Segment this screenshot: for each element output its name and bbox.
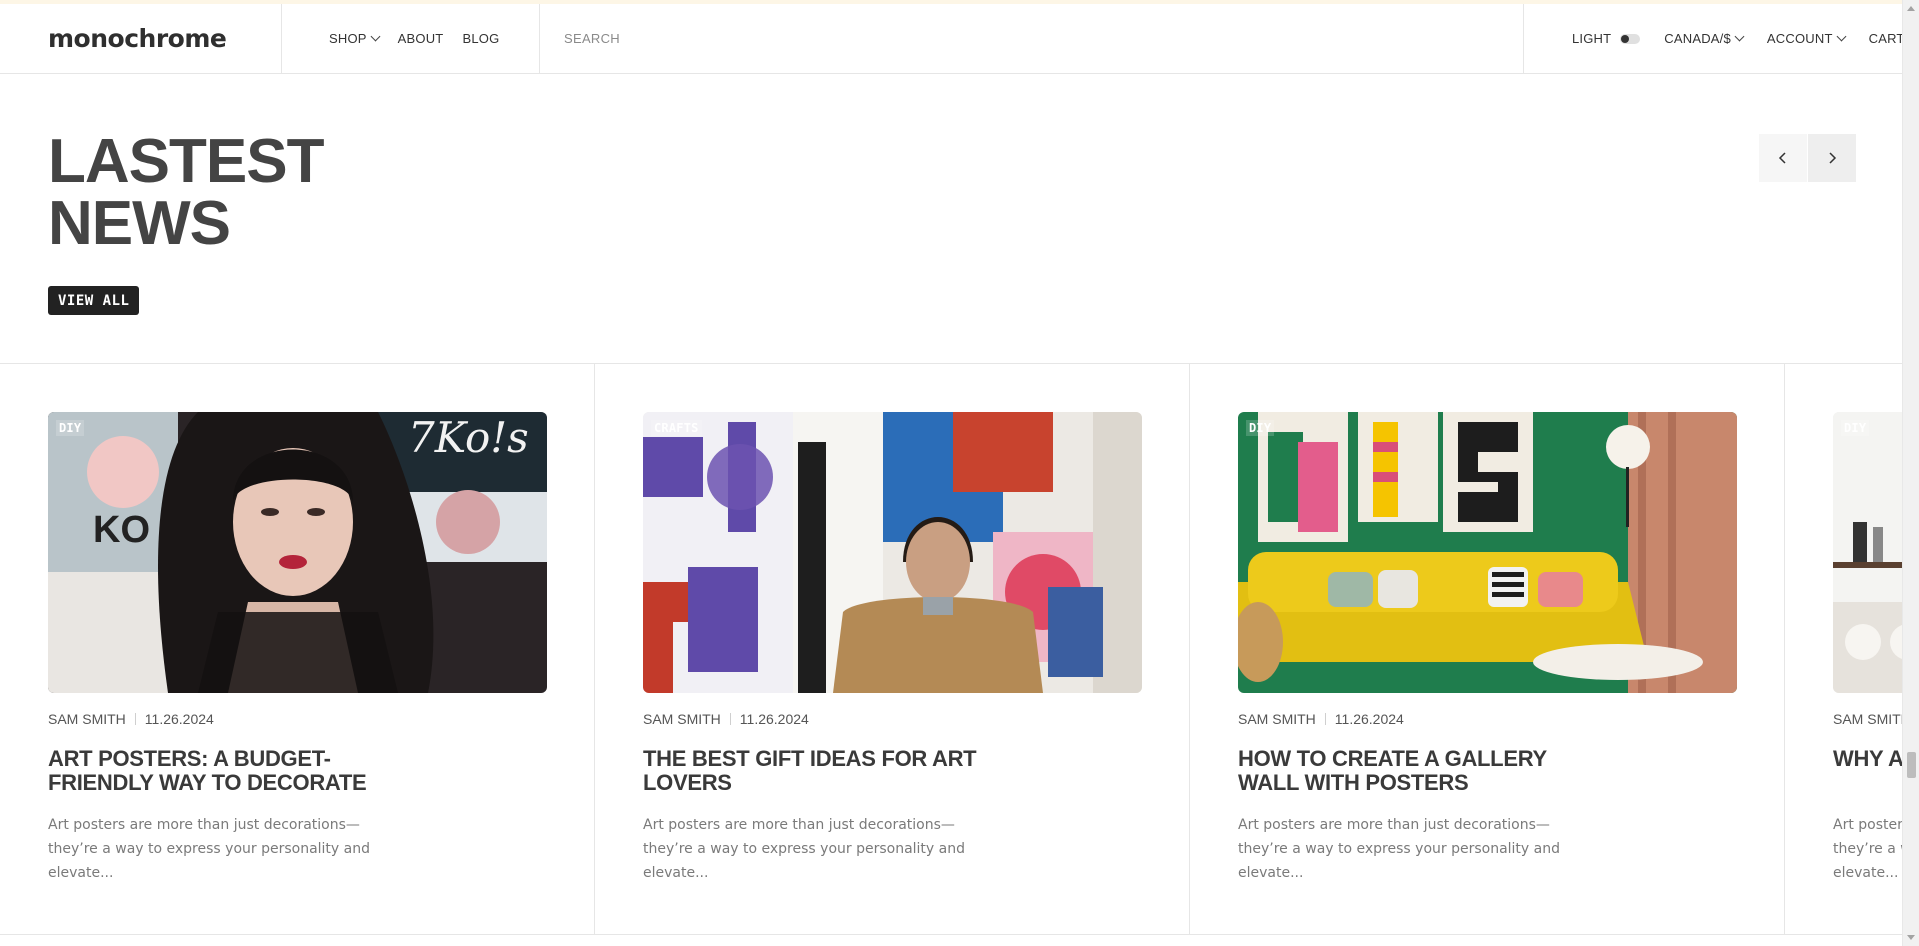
post-image[interactable]: CRAFTS <box>643 412 1142 693</box>
section-title-line1: LASTEST <box>48 127 324 196</box>
search-cell <box>540 4 1524 73</box>
post-image-art <box>1833 412 1902 693</box>
chevron-left-icon <box>1778 152 1786 164</box>
post-date: 11.26.2024 <box>144 711 214 727</box>
region-label: CANADA/$ <box>1664 31 1731 46</box>
carousel-next-button[interactable] <box>1808 134 1856 182</box>
post-image[interactable]: DIY <box>1238 412 1737 693</box>
post-tag[interactable]: CRAFTS <box>651 420 702 436</box>
theme-label: LIGHT <box>1572 31 1612 46</box>
post-tag[interactable]: DIY <box>56 420 85 436</box>
region-selector[interactable]: CANADA/$ <box>1664 31 1745 46</box>
section-title-line2: NEWS <box>48 189 231 258</box>
post-author: SAM SMITH <box>48 711 126 727</box>
post-title[interactable]: HOW TO CREATE A GALLERY WALL WITH POSTER… <box>1238 747 1578 795</box>
post-excerpt: Art posters are more than just decoratio… <box>1238 817 1560 881</box>
theme-switch-knob <box>1621 34 1630 43</box>
nav-blog[interactable]: BLOG <box>462 31 499 46</box>
post-excerpt: Art posters are more than just decoratio… <box>48 817 370 881</box>
scroll-up-arrow-icon[interactable] <box>1907 6 1915 11</box>
cart-label: CART <box>1868 31 1905 46</box>
chevron-right-icon <box>1829 152 1837 164</box>
nav-about[interactable]: ABOUT <box>398 31 444 46</box>
post-excerpt: Art posters are more than just decoratio… <box>1833 817 1902 881</box>
post-author: SAM SMITH <box>1833 711 1902 727</box>
account-menu[interactable]: ACCOUNT <box>1766 31 1847 46</box>
post-title[interactable]: WHY A PERFE <box>1833 747 1902 771</box>
post-meta: SAM SMITH <box>1833 711 1902 727</box>
post-title[interactable]: THE BEST GIFT IDEAS FOR ART LOVERS <box>643 747 983 795</box>
view-all-button[interactable]: VIEW ALL <box>48 286 140 315</box>
post-image-art <box>1238 412 1737 693</box>
post-image[interactable]: 7Ko!s KO DIY <box>48 412 547 693</box>
theme-toggle[interactable]: LIGHT <box>1572 31 1641 46</box>
nav-shop-label: SHOP <box>329 31 367 46</box>
post-meta: SAM SMITH 11.26.2024 <box>643 711 809 727</box>
site-header: monochrome SHOP ABOUT BLOG LIGHT CANADA/… <box>0 4 1914 74</box>
post-meta: SAM SMITH 11.26.2024 <box>48 711 214 727</box>
post-author: SAM SMITH <box>643 711 721 727</box>
post-meta: SAM SMITH 11.26.2024 <box>1238 711 1404 727</box>
news-card[interactable]: CRAFTS SAM SMITH 11.26.2024 THE BEST GIF… <box>595 364 1190 934</box>
carousel-prev-button[interactable] <box>1759 134 1807 182</box>
account-label: ACCOUNT <box>1766 31 1833 46</box>
nav-shop[interactable]: SHOP <box>329 31 381 46</box>
post-excerpt: Art posters are more than just decoratio… <box>643 817 965 881</box>
header-utilities: LIGHT CANADA/$ ACCOUNT CART 0 <box>1524 4 1914 73</box>
chevron-down-icon <box>1734 31 1745 42</box>
scroll-thumb[interactable] <box>1907 752 1916 778</box>
search-input[interactable] <box>564 31 1523 46</box>
post-date: 11.26.2024 <box>739 711 809 727</box>
post-tag[interactable]: DIY <box>1841 420 1870 436</box>
meta-divider <box>729 713 731 725</box>
news-card[interactable]: 7Ko!s KO DIY SAM SMITH 11.26.2024 ART PO… <box>0 364 595 934</box>
theme-switch[interactable] <box>1620 33 1641 44</box>
chevron-down-icon <box>370 31 381 42</box>
section-title: LASTEST NEWS <box>48 131 324 258</box>
site-logo[interactable]: monochrome <box>48 24 227 53</box>
news-card[interactable]: DIY SAM SMITH WHY A PERFE Art posters ar… <box>1785 364 1902 934</box>
post-date: 11.26.2024 <box>1334 711 1404 727</box>
carousel-controls <box>1759 134 1856 182</box>
svg-text:KO: KO <box>93 509 150 551</box>
nav-blog-label: BLOG <box>462 31 500 46</box>
meta-divider <box>134 713 136 725</box>
chevron-down-icon <box>1836 31 1847 42</box>
logo-cell: monochrome <box>0 4 282 73</box>
main-nav: SHOP ABOUT BLOG <box>282 4 540 73</box>
meta-divider <box>1324 713 1326 725</box>
scroll-down-arrow-icon[interactable] <box>1907 935 1915 940</box>
post-image-art <box>643 412 1142 693</box>
svg-text:7Ko!s: 7Ko!s <box>408 413 529 462</box>
nav-about-label: ABOUT <box>397 31 444 46</box>
post-image[interactable]: DIY <box>1833 412 1902 693</box>
page-scrollbar[interactable] <box>1902 0 1919 946</box>
post-tag[interactable]: DIY <box>1246 420 1275 436</box>
post-title[interactable]: ART POSTERS: A BUDGET-FRIENDLY WAY TO DE… <box>48 747 388 795</box>
news-card[interactable]: DIY SAM SMITH 11.26.2024 HOW TO CREATE A… <box>1190 364 1785 934</box>
post-author: SAM SMITH <box>1238 711 1316 727</box>
news-carousel: 7Ko!s KO DIY SAM SMITH 11.26.2024 ART PO… <box>0 363 1902 935</box>
post-image-art: 7Ko!s KO <box>48 412 547 693</box>
